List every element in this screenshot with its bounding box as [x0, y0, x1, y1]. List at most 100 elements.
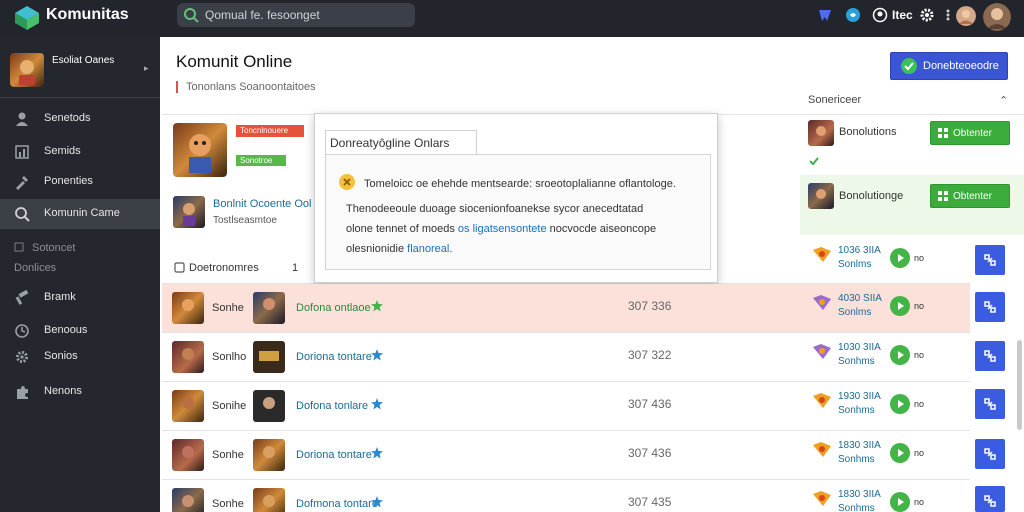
sidebar-item-label: Bramk [44, 291, 76, 303]
featured-tag: Sonotroe [236, 155, 286, 166]
user-icon[interactable] [872, 7, 888, 23]
row-value: no [914, 253, 925, 263]
hammer-icon [15, 290, 29, 305]
action-button[interactable] [975, 292, 1005, 322]
dots-icon[interactable] [940, 7, 956, 23]
grid-icon [938, 191, 948, 201]
square-icon [14, 242, 24, 252]
divider [0, 97, 160, 98]
obtain-button-label: Obtenter [953, 191, 992, 202]
table-row[interactable]: Sonhe Dofmona tontare 307 435 1830 3IIA … [162, 480, 970, 512]
featured-title[interactable]: Bonlnit Ocoente Ool [213, 198, 311, 210]
link-icon [984, 495, 996, 507]
sidebar-item-senetods[interactable]: Senetods [0, 104, 160, 134]
row-thumbnail[interactable] [172, 292, 204, 324]
play-icon[interactable] [890, 443, 910, 463]
sidebar-item-label: Komunin Came [44, 207, 120, 219]
play-icon[interactable] [890, 345, 910, 365]
sidebar-item-komunin-came[interactable]: Komunin Came [0, 199, 160, 229]
table-row[interactable]: Sonihe Dofona tonlare 307 436 1930 3IIA … [162, 382, 970, 431]
action-button[interactable] [975, 341, 1005, 371]
row-thumbnail[interactable] [172, 488, 204, 512]
popup-text: olesnionidie [346, 243, 408, 255]
chevron-right-icon[interactable]: ▸ [144, 63, 149, 74]
featured-image[interactable] [173, 123, 227, 177]
popup-text: nocvocde aiseoncope [546, 223, 657, 235]
row-thumbnail[interactable] [253, 488, 285, 512]
action-button[interactable] [975, 245, 1005, 275]
sidebar-item-sonios[interactable]: Sonios [0, 342, 160, 372]
popup-text: olone tennet of moeds [346, 223, 458, 235]
logo-icon[interactable] [14, 5, 40, 31]
obtain-button[interactable]: Obtenter [930, 121, 1010, 145]
popup-line: Tomeloicc oe ehehde mentsearde: sroeotop… [364, 178, 676, 190]
sidebar-item-semids[interactable]: Semids [0, 137, 160, 167]
right-card: Bonolutions Obtenter [800, 115, 1024, 175]
row-stat-sub: Sonhms [838, 503, 875, 512]
star-icon [371, 496, 383, 508]
card-thumbnail[interactable] [808, 183, 834, 209]
ticket-icon [813, 295, 831, 310]
row-thumbnail[interactable] [253, 341, 285, 373]
link-icon [984, 350, 996, 362]
person-icon [16, 112, 28, 126]
table-row[interactable]: Sonhe Doriona tontare 307 436 1830 3IIA … [162, 431, 970, 480]
bookmark-icon[interactable] [817, 7, 833, 23]
play-icon[interactable] [890, 296, 910, 316]
obtain-button[interactable]: Obtenter [930, 184, 1010, 208]
play-icon[interactable] [890, 394, 910, 414]
play-icon[interactable] [890, 492, 910, 512]
row-thumbnail[interactable] [253, 390, 285, 422]
right-card: Bonolutionge Obtenter [800, 175, 1024, 235]
featured-thumbnail[interactable] [173, 196, 205, 228]
row-thumbnail[interactable] [172, 341, 204, 373]
featured-badge: Toncnlnouere [236, 125, 304, 137]
row-title[interactable]: Doriona tontare [296, 449, 372, 461]
link-icon [984, 398, 996, 410]
row-value: no [914, 497, 925, 507]
top-label[interactable]: Itec [892, 8, 913, 22]
avatar[interactable] [10, 53, 44, 87]
popup-tab[interactable]: Donreatyôgline Onlars [325, 130, 477, 154]
popup-body: Tomeloicc oe ehehde mentsearde: sroeotop… [325, 154, 711, 270]
search-input[interactable]: Qomual fe. fesoonget [177, 3, 415, 27]
row-value: no [914, 399, 925, 409]
action-button[interactable] [975, 389, 1005, 419]
sidebar-item-label: Benoous [44, 324, 88, 336]
popup-link[interactable]: flanoreal. [407, 243, 452, 255]
table-row[interactable]: Sonlho Doriona tontare 307 322 1030 3IIA… [162, 333, 970, 382]
avatar[interactable] [983, 3, 1011, 31]
puzzle-icon [17, 386, 28, 399]
chat-icon[interactable] [845, 7, 861, 23]
row-title[interactable]: Dofona tonlare [296, 400, 368, 412]
scrollbar[interactable] [1017, 340, 1022, 430]
ticket-icon [813, 393, 831, 408]
sidebar-item-label: Semids [44, 145, 81, 157]
row-title[interactable]: Dofmona tontare [296, 498, 378, 510]
row-number: 307 336 [628, 299, 672, 313]
play-icon[interactable] [890, 248, 910, 268]
chart-icon [15, 145, 29, 159]
row-thumbnail[interactable] [253, 292, 285, 324]
action-button[interactable] [975, 486, 1005, 512]
row-label: Sonhe [212, 498, 244, 510]
popup-link[interactable]: os ligatsensontete [458, 223, 547, 235]
card-thumbnail[interactable] [808, 120, 834, 146]
sidebar-user-name[interactable]: Esoliat Oanes [52, 53, 132, 68]
chevron-up-icon[interactable]: ⌃ [999, 94, 1008, 107]
primary-button[interactable]: Donebteoeodre [890, 52, 1008, 80]
sidebar-item-nenons[interactable]: Nenons [0, 377, 160, 407]
row-thumbnail[interactable] [172, 439, 204, 471]
search-placeholder: Qomual fe. fesoonget [205, 8, 320, 22]
avatar-small[interactable] [956, 6, 976, 26]
row-thumbnail[interactable] [253, 439, 285, 471]
sidebar-item-bramk[interactable]: Bramk [0, 283, 160, 313]
row-thumbnail[interactable] [172, 390, 204, 422]
row-label: Sonhe [212, 302, 244, 314]
action-button[interactable] [975, 439, 1005, 469]
row-title[interactable]: Dofona ontlaoe [296, 302, 371, 314]
row-title[interactable]: Doriona tontare [296, 351, 372, 363]
table-row[interactable]: Sonhe Dofona ontlaoe 307 336 4030 SIIA S… [162, 284, 970, 333]
sidebar-item-ponenties[interactable]: Ponenties [0, 167, 160, 197]
gear-icon[interactable] [919, 7, 935, 23]
